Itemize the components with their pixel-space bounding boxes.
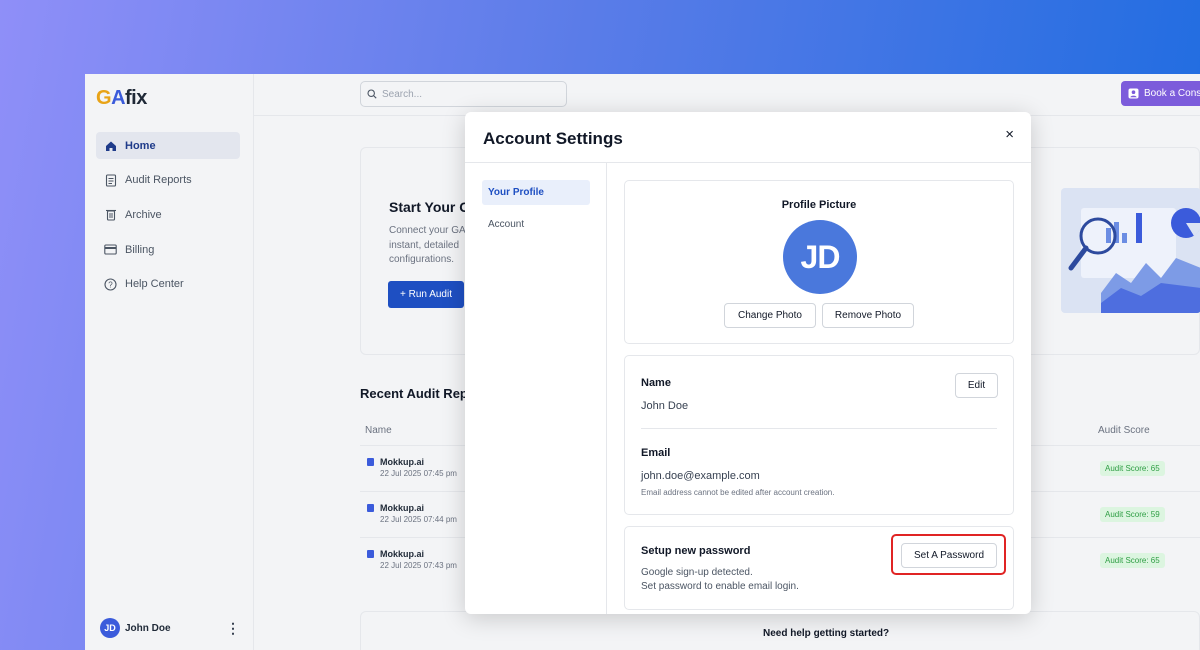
name-label: Name (641, 377, 671, 389)
password-description: Google sign-up detected. Set password to… (641, 566, 799, 594)
hero-desc-line: Connect your GA (389, 225, 466, 236)
sidebar-item-home[interactable]: Home (96, 132, 240, 159)
column-header-name: Name (365, 425, 392, 436)
sidebar-item-billing[interactable]: Billing (96, 236, 240, 263)
profile-avatar: JD (783, 220, 857, 294)
sidebar-item-label: Billing (125, 243, 155, 256)
logo-g: G (96, 87, 112, 109)
sidebar-item-label: Help Center (125, 278, 184, 291)
document-icon (367, 550, 374, 558)
sidebar-item-archive[interactable]: Archive (96, 201, 240, 228)
search-placeholder: Search... (382, 88, 423, 100)
name-value: John Doe (641, 400, 689, 412)
modal-header: Account Settings × (465, 112, 1031, 163)
report-name: Mokkup.ai (380, 503, 425, 513)
sidebar-nav: Home Audit Reports Archive Billing ? Hel… (96, 132, 240, 305)
score-badge: Audit Score: 65 (1100, 461, 1165, 476)
profile-picture-title: Profile Picture (781, 199, 857, 211)
profile-picture-panel: Profile Picture JD Change Photo Remove P… (624, 180, 1014, 344)
book-button-label: Book a Cons (1144, 88, 1200, 99)
profile-details-panel: Name John Doe Edit Email john.doe@exampl… (624, 355, 1014, 515)
document-icon (104, 174, 117, 187)
modal-nav: Your Profile Account (465, 163, 607, 614)
more-vertical-icon[interactable]: ⋮ (226, 620, 240, 637)
search-icon (367, 89, 377, 99)
report-date: 22 Jul 2025 07:43 pm (380, 561, 457, 570)
home-icon (104, 139, 117, 152)
logo-fix: fix (125, 87, 147, 109)
hero-description: Connect your GA instant, detailed config… (389, 224, 469, 268)
hero-desc-line: instant, detailed (389, 239, 460, 251)
logo-a: A (111, 87, 126, 109)
report-date: 22 Jul 2025 07:45 pm (380, 469, 457, 478)
close-icon[interactable]: × (1005, 126, 1014, 143)
remove-photo-button[interactable]: Remove Photo (822, 303, 914, 328)
credit-card-icon (104, 243, 117, 256)
trash-icon (104, 208, 117, 221)
user-name: John Doe (125, 622, 171, 634)
document-icon (367, 504, 374, 512)
sidebar-item-label: Archive (125, 208, 162, 221)
change-photo-button[interactable]: Change Photo (724, 303, 816, 328)
edit-name-button[interactable]: Edit (955, 373, 998, 398)
password-desc-line: Google sign-up detected. (641, 567, 753, 578)
help-card-title: Need help getting started? (763, 628, 890, 639)
user-badge-icon (1128, 88, 1139, 99)
avatar: JD (100, 618, 120, 638)
logo[interactable]: GAfix (96, 87, 147, 110)
analytics-illustration (1061, 188, 1200, 313)
report-date: 22 Jul 2025 07:44 pm (380, 515, 457, 524)
hero-desc-line: configurations. (389, 254, 455, 265)
sidebar-item-help-center[interactable]: ? Help Center (96, 271, 240, 298)
score-badge: Audit Score: 65 (1100, 553, 1165, 568)
account-settings-modal: Account Settings × Your Profile Account … (465, 112, 1031, 614)
sidebar-item-label: Home (125, 139, 156, 152)
score-badge: Audit Score: 59 (1100, 507, 1165, 522)
divider (641, 428, 997, 429)
sidebar-item-label: Audit Reports (125, 174, 192, 187)
svg-text:?: ? (108, 280, 113, 289)
sidebar: GAfix Home Audit Reports Archive Billing… (85, 74, 254, 650)
tab-account[interactable]: Account (482, 212, 590, 237)
book-consultation-button[interactable]: Book a Cons (1121, 81, 1200, 106)
hero-title: Start Your G (389, 199, 471, 215)
sidebar-item-audit-reports[interactable]: Audit Reports (96, 167, 240, 194)
password-section-title: Setup new password (641, 545, 751, 557)
user-menu[interactable]: JD John Doe ⋮ (100, 617, 240, 639)
report-name: Mokkup.ai (380, 457, 425, 467)
run-audit-button[interactable]: + Run Audit (388, 281, 464, 308)
report-name: Mokkup.ai (380, 549, 425, 559)
column-header-audit-score: Audit Score (1098, 425, 1150, 436)
set-password-button[interactable]: Set A Password (901, 543, 997, 568)
search-input[interactable]: Search... (360, 81, 567, 107)
password-desc-line: Set password to enable email login. (641, 581, 799, 592)
topbar: Search... Book a Cons (254, 74, 1200, 116)
tab-your-profile[interactable]: Your Profile (482, 180, 590, 205)
email-note: Email address cannot be edited after acc… (641, 488, 835, 497)
email-label: Email (641, 447, 671, 459)
modal-title: Account Settings (483, 129, 623, 148)
help-circle-icon: ? (104, 278, 117, 291)
recent-audit-reports-title: Recent Audit Repo (360, 386, 476, 401)
document-icon (367, 458, 374, 466)
email-value: john.doe@example.com (641, 470, 760, 482)
help-card: Need help getting started? (360, 611, 1200, 650)
password-panel: Setup new password Google sign-up detect… (624, 526, 1014, 610)
